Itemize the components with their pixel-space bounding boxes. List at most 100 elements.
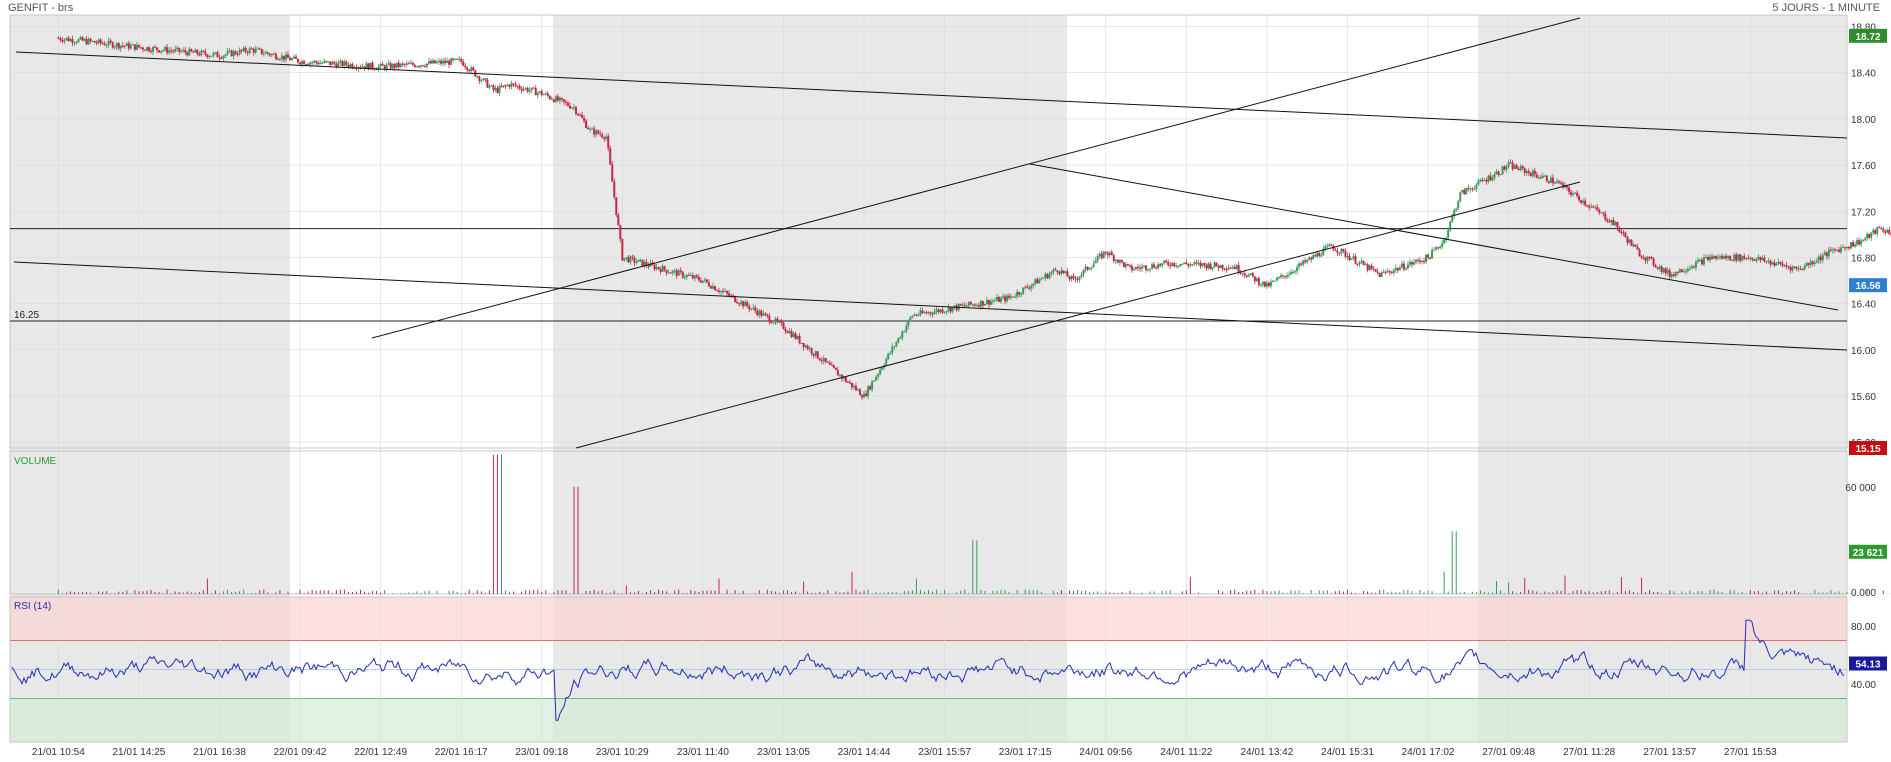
candle-body [1686,268,1689,272]
candle-body [1688,268,1691,270]
candle-body [1600,212,1603,214]
candle-body [496,88,499,93]
candle-body [669,272,672,274]
candle-body [1416,259,1419,261]
candle-body [1807,263,1810,265]
candle-body [1582,200,1585,203]
candle-body [752,307,755,309]
candle-body [1014,296,1017,298]
candle-body [1275,278,1278,281]
x-tick-label: 23/01 14:44 [838,747,891,758]
candle-body [1531,170,1534,177]
candle-body [158,50,161,53]
candle-body [194,49,197,53]
candle-body [572,107,575,109]
candle-body [949,307,952,312]
candle-body [1286,275,1289,278]
candle-body [1668,270,1671,277]
candle-body [935,309,938,312]
rsi-oversold-zone [10,698,1847,742]
candle-body [450,58,453,65]
candle-body [1175,265,1178,267]
candle-body [965,305,968,307]
candle-body [830,364,833,366]
candle-body [822,358,825,362]
candle-body [881,367,884,370]
candle-body [1360,260,1363,262]
candle-body [264,52,267,54]
candle-body [186,52,189,56]
candle-body [252,48,255,53]
candle-body [1386,271,1389,273]
candle-body [256,48,259,50]
candle-body [436,61,439,64]
candle-body [1167,262,1170,266]
candle-body [593,128,596,135]
candle-body [1447,230,1450,238]
candle-body [498,86,501,93]
candle-body [494,88,497,90]
candle-body [323,60,326,63]
candle-body [1284,276,1287,278]
candle-body [1618,227,1621,232]
candle-body [508,84,511,87]
rsi-tick: 80.00 [1851,622,1876,633]
candle-body [246,51,249,53]
candle-body [911,315,914,318]
candle-body [1132,269,1135,271]
candle-body [989,301,992,305]
candle-body [105,45,108,47]
candle-body [1261,281,1264,285]
candle-body [875,376,878,381]
candle-body [1797,268,1800,270]
candle-body [1469,188,1472,190]
candle-body [963,304,966,306]
candle-body [720,290,723,292]
candle-body [409,62,412,64]
candle-body [1410,261,1413,265]
candle-body [458,58,461,60]
candle-body [589,128,592,130]
candle-body [848,382,851,384]
candle-body [1868,233,1871,238]
candle-body [707,282,710,287]
candle-body [164,47,167,51]
candle-body [1263,281,1266,287]
candle-body [947,307,950,311]
candle-body [1574,192,1577,194]
candle-body [1197,262,1200,264]
candle-body [284,54,287,60]
candle-body [1352,256,1355,259]
x-tick-label: 23/01 17:15 [999,747,1052,758]
candle-body [1547,181,1550,183]
candle-body [1277,277,1280,279]
candle-body [1711,256,1714,259]
candle-body [1481,180,1484,182]
candle-body [1177,265,1180,267]
candle-body [1497,171,1500,175]
candle-body [1886,229,1889,233]
candle-body [979,300,982,307]
candle-body [1241,273,1244,275]
stock-chart[interactable]: 21/01 10:54 21/01 14:25 21/01 16:38 22/01 0… [0,0,1891,762]
candle-body [1060,270,1063,274]
candle-body [1747,258,1750,260]
candle-body [1741,256,1744,261]
candle-body [760,310,763,316]
candle-body [170,50,173,52]
candle-body [1461,189,1464,193]
candle-body [1314,255,1317,257]
candle-body [1872,230,1875,233]
candle-body [1134,267,1137,270]
candle-body [425,63,428,67]
candle-body [192,51,195,53]
candle-body [1477,180,1480,185]
candle-body [1338,252,1341,254]
candle-body [152,47,155,52]
candle-body [1878,227,1881,229]
candle-body [1199,262,1202,267]
candle-body [941,309,944,313]
candle-body [1501,166,1504,175]
candle-body [1328,244,1331,247]
candle-body [113,46,116,48]
